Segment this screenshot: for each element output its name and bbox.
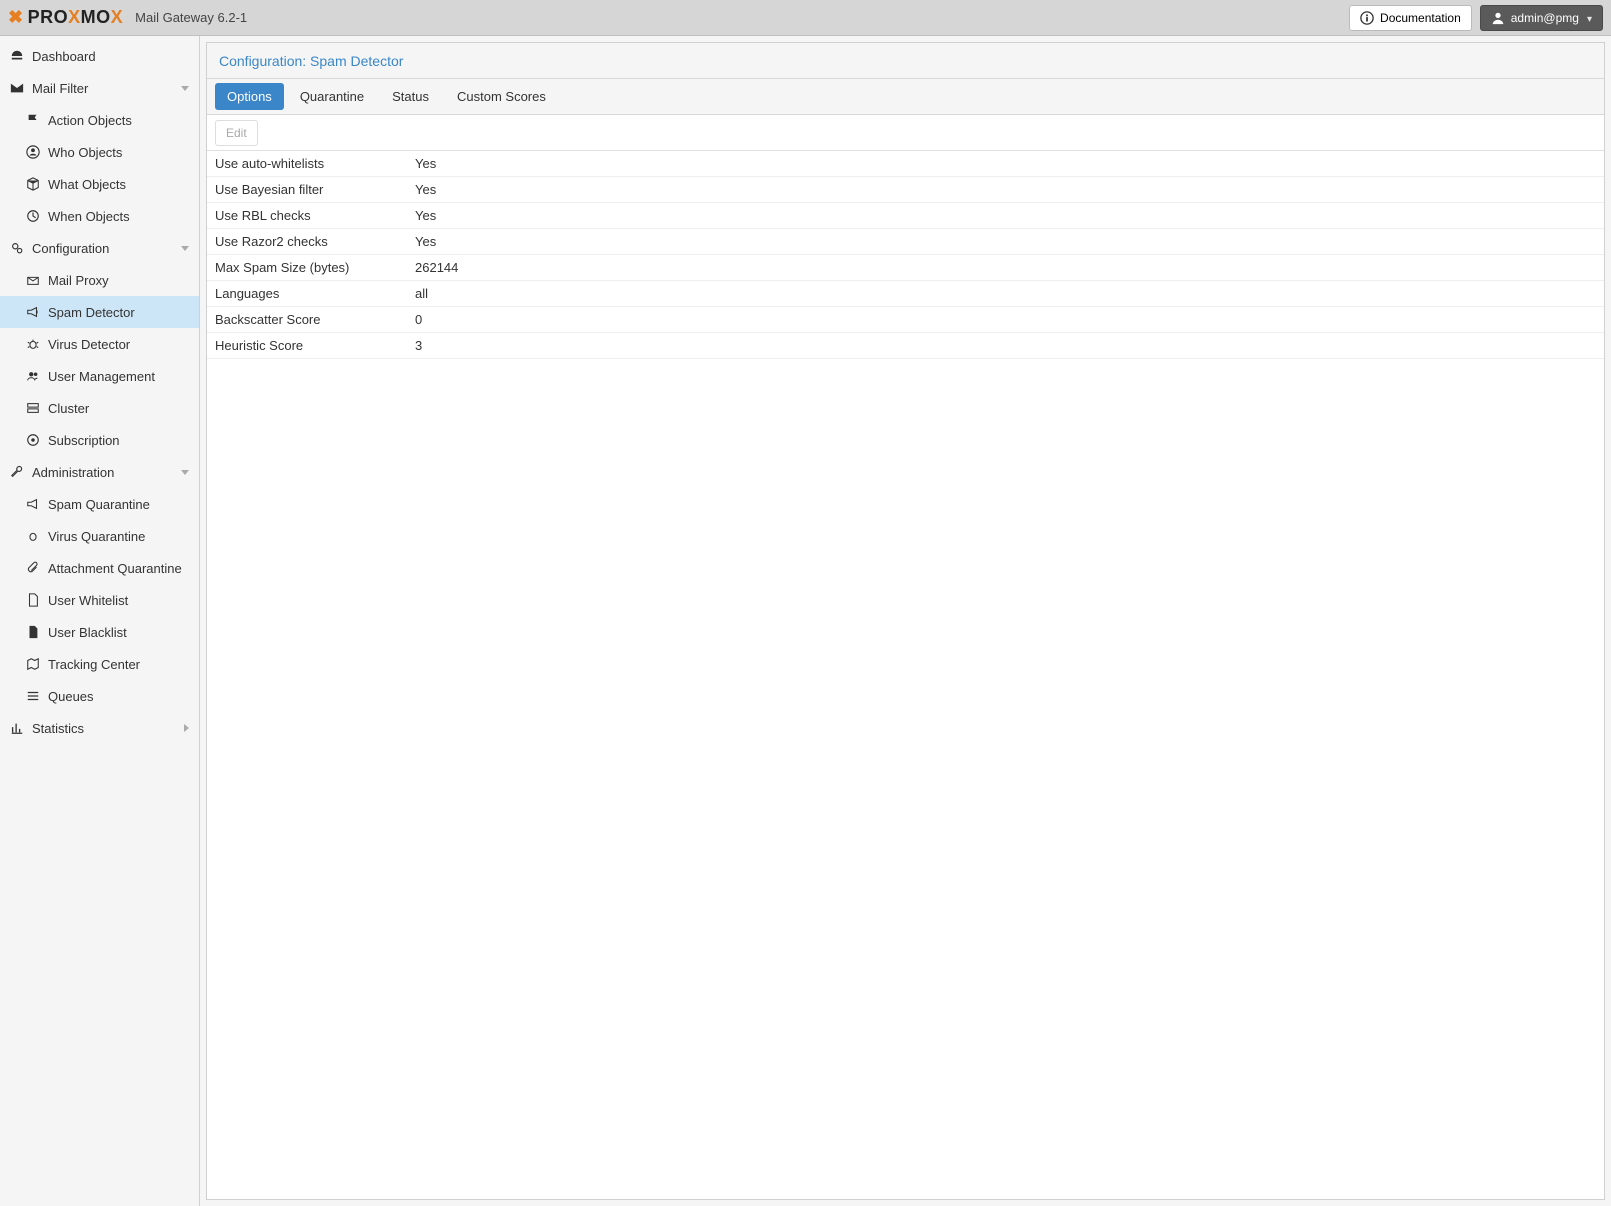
option-key: Backscatter Score (215, 312, 415, 327)
sidebar-item-cluster[interactable]: Cluster (0, 392, 199, 424)
paperclip-icon (26, 561, 40, 575)
bullhorn-icon (26, 497, 40, 511)
tab-status[interactable]: Status (380, 83, 441, 110)
user-label: admin@pmg (1511, 11, 1579, 25)
tab-bar: Options Quarantine Status Custom Scores (207, 79, 1604, 115)
sidebar-item-action-objects[interactable]: Action Objects (0, 104, 199, 136)
option-value: 0 (415, 312, 1596, 327)
chevron-down-icon (181, 86, 189, 91)
sidebar-item-user-whitelist[interactable]: User Whitelist (0, 584, 199, 616)
option-key: Max Spam Size (bytes) (215, 260, 415, 275)
chevron-down-icon (181, 246, 189, 251)
sidebar-item-virus-quarantine[interactable]: Virus Quarantine (0, 520, 199, 552)
edit-button[interactable]: Edit (215, 120, 258, 146)
sidebar-item-spam-detector[interactable]: Spam Detector (0, 296, 199, 328)
option-value: Yes (415, 156, 1596, 171)
chevron-down-icon (181, 470, 189, 475)
sidebar-item-subscription[interactable]: Subscription (0, 424, 199, 456)
sidebar-item-user-mgmt[interactable]: User Management (0, 360, 199, 392)
envelope-icon (10, 81, 24, 95)
chevron-down-icon (1585, 11, 1592, 25)
clock-icon (26, 209, 40, 223)
support-icon (26, 433, 40, 447)
sidebar-item-mail-proxy[interactable]: Mail Proxy (0, 264, 199, 296)
option-value: 3 (415, 338, 1596, 353)
sidebar-item-statistics[interactable]: Statistics (0, 712, 199, 744)
bullhorn-icon (26, 305, 40, 319)
cube-icon (26, 177, 40, 191)
sidebar-item-queues[interactable]: Queues (0, 680, 199, 712)
option-value: Yes (415, 208, 1596, 223)
options-grid: Use auto-whitelistsYesUse Bayesian filte… (207, 151, 1604, 1199)
option-key: Use Razor2 checks (215, 234, 415, 249)
bars-icon (26, 689, 40, 703)
sidebar-item-virus-detector[interactable]: Virus Detector (0, 328, 199, 360)
server-icon (26, 401, 40, 415)
option-row[interactable]: Use RBL checksYes (207, 203, 1604, 229)
option-key: Use RBL checks (215, 208, 415, 223)
logo-x-icon: ✖ (8, 7, 24, 28)
tab-options[interactable]: Options (215, 83, 284, 110)
sidebar-item-attachment-quarantine[interactable]: Attachment Quarantine (0, 552, 199, 584)
option-row[interactable]: Use Bayesian filterYes (207, 177, 1604, 203)
option-value: all (415, 286, 1596, 301)
product-name: Mail Gateway 6.2-1 (135, 10, 247, 25)
file-solid-icon (26, 625, 40, 639)
option-row[interactable]: Use Razor2 checksYes (207, 229, 1604, 255)
sidebar-item-user-blacklist[interactable]: User Blacklist (0, 616, 199, 648)
sidebar-item-tracking-center[interactable]: Tracking Center (0, 648, 199, 680)
panel-title: Configuration: Spam Detector (207, 43, 1604, 79)
user-menu-button[interactable]: admin@pmg (1480, 5, 1603, 31)
user-circle-icon (26, 145, 40, 159)
option-row[interactable]: Heuristic Score3 (207, 333, 1604, 359)
topbar: ✖ PROXMOX Mail Gateway 6.2-1 Documentati… (0, 0, 1611, 36)
sidebar-item-when-objects[interactable]: When Objects (0, 200, 199, 232)
sidebar-item-what-objects[interactable]: What Objects (0, 168, 199, 200)
option-row[interactable]: Max Spam Size (bytes)262144 (207, 255, 1604, 281)
toolbar: Edit (207, 115, 1604, 151)
chart-icon (10, 721, 24, 735)
tab-custom-scores[interactable]: Custom Scores (445, 83, 558, 110)
map-icon (26, 657, 40, 671)
sidebar: Dashboard Mail Filter Action Objects Who… (0, 36, 200, 1206)
bug-icon (26, 529, 40, 543)
sidebar-item-dashboard[interactable]: Dashboard (0, 40, 199, 72)
option-key: Heuristic Score (215, 338, 415, 353)
sidebar-item-who-objects[interactable]: Who Objects (0, 136, 199, 168)
main-panel: Configuration: Spam Detector Options Qua… (206, 42, 1605, 1200)
users-icon (26, 369, 40, 383)
option-value: Yes (415, 182, 1596, 197)
envelope-open-icon (26, 273, 40, 287)
option-row[interactable]: Use auto-whitelistsYes (207, 151, 1604, 177)
documentation-button[interactable]: Documentation (1349, 5, 1472, 31)
option-value: 262144 (415, 260, 1596, 275)
file-icon (26, 593, 40, 607)
brand-text: PROXMOX (28, 7, 124, 28)
option-key: Use auto-whitelists (215, 156, 415, 171)
brand-logo: ✖ PROXMOX (8, 7, 123, 28)
chevron-right-icon (184, 724, 189, 732)
option-key: Languages (215, 286, 415, 301)
option-row[interactable]: Backscatter Score0 (207, 307, 1604, 333)
info-icon (1360, 11, 1374, 25)
dashboard-icon (10, 49, 24, 63)
option-row[interactable]: Languagesall (207, 281, 1604, 307)
doc-label: Documentation (1380, 11, 1461, 25)
tab-quarantine[interactable]: Quarantine (288, 83, 376, 110)
sidebar-item-configuration[interactable]: Configuration (0, 232, 199, 264)
sidebar-item-spam-quarantine[interactable]: Spam Quarantine (0, 488, 199, 520)
wrench-icon (10, 465, 24, 479)
sidebar-item-administration[interactable]: Administration (0, 456, 199, 488)
bug-icon (26, 337, 40, 351)
user-icon (1491, 11, 1505, 25)
flag-icon (26, 113, 40, 127)
sidebar-item-mail-filter[interactable]: Mail Filter (0, 72, 199, 104)
option-value: Yes (415, 234, 1596, 249)
gears-icon (10, 241, 24, 255)
option-key: Use Bayesian filter (215, 182, 415, 197)
